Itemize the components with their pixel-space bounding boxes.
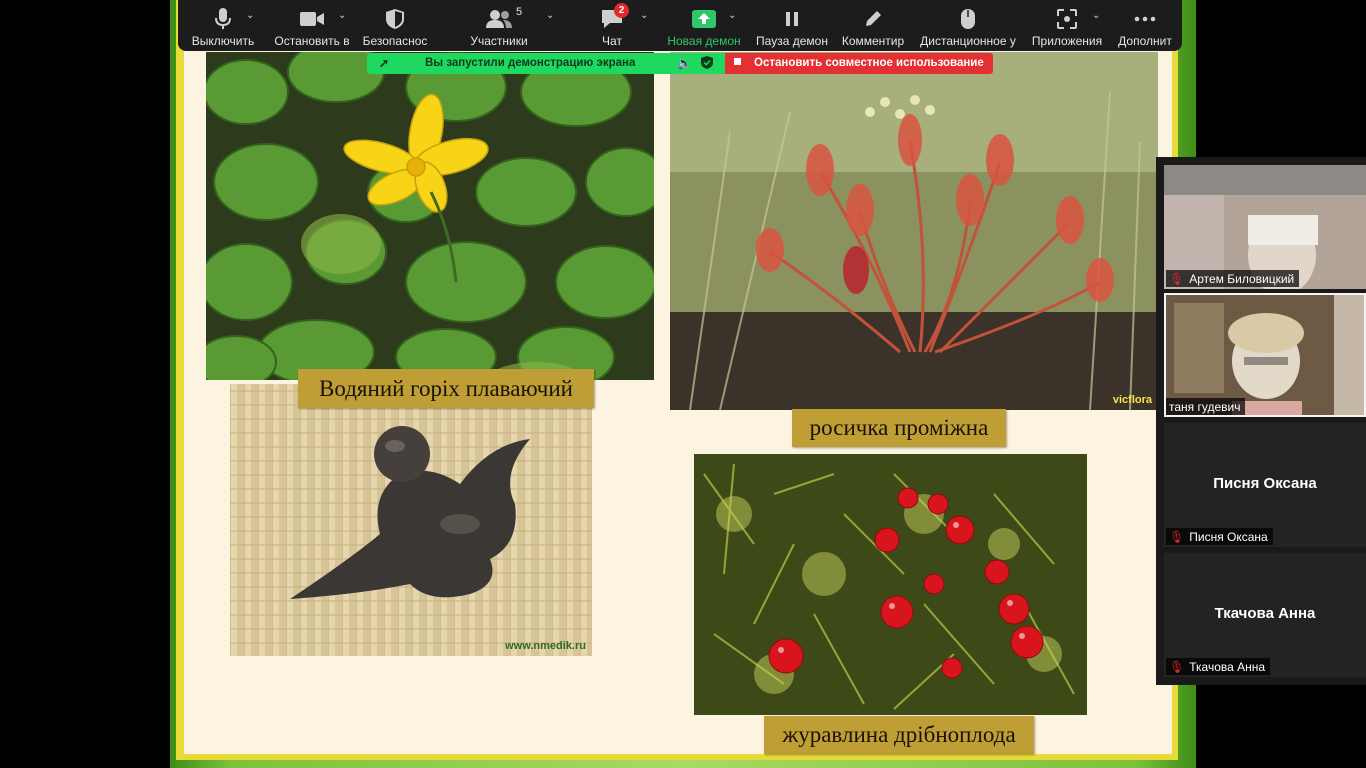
shield-icon (385, 4, 405, 34)
participant-display-name: Писня Оксана (1213, 475, 1317, 492)
microphone-icon (213, 4, 233, 34)
photo-watermark: www.nmedik.ru (505, 640, 586, 652)
more-icon (1134, 4, 1156, 34)
security-label: Безопаснос (362, 34, 428, 48)
apps-label: Приложения (1031, 34, 1103, 48)
remote-control-button[interactable]: Дистанционное у (918, 0, 1018, 51)
participant-name-tag: 🎙︎ Ткачова Анна (1166, 658, 1271, 675)
mute-button[interactable]: Выключить (188, 0, 258, 51)
apps-options-chevron-icon[interactable]: ⌄ (1092, 10, 1100, 21)
participants-icon (485, 4, 513, 34)
share-audio-icon[interactable]: 🔈 (677, 56, 692, 70)
apps-button[interactable]: Приложения (1030, 0, 1104, 51)
participant-tile[interactable]: 🎙︎ Артем Биловицкий (1164, 165, 1366, 289)
participant-tile[interactable]: Писня Оксана 🎙︎ Писня Оксана (1164, 423, 1366, 547)
video-camera-icon (299, 4, 325, 34)
security-button[interactable]: Безопаснос (360, 0, 430, 51)
remote-control-label: Дистанционное у (920, 34, 1016, 48)
cranberry-photo (694, 454, 1087, 715)
caption-sundew: росичка проміжна (792, 409, 1006, 447)
chat-unread-badge: 2 (614, 3, 629, 18)
participant-name-tag: таня гудевич (1166, 398, 1246, 415)
photo-watermark-vicflora: viсflora (1112, 394, 1152, 406)
presentation-slide: viсflora www.nmedik.ru Водяний горіх пла… (184, 0, 1172, 754)
share-screen-icon (691, 4, 717, 34)
muted-microphone-icon: 🎙︎ (1169, 271, 1185, 286)
floating-heart-photo (206, 52, 654, 380)
participant-name-tag: 🎙︎ Писня Оксана (1166, 528, 1273, 545)
participant-name-tag: 🎙︎ Артем Биловицкий (1166, 270, 1300, 287)
secure-shield-icon (701, 56, 713, 72)
participant-tile-active-speaker[interactable]: таня гудевич (1164, 293, 1366, 417)
meeting-toolbar: Выключить ⌄ Остановить в ⌄ Безопаснос Уч… (178, 0, 1182, 51)
drag-handle-icon[interactable]: ➚ (379, 56, 389, 70)
share-options-chevron-icon[interactable]: ⌄ (728, 10, 736, 21)
pause-share-label: Пауза демон (756, 34, 828, 48)
more-label: Дополнит (1118, 34, 1172, 48)
sundew-photo: viсflora (670, 52, 1158, 410)
annotate-label: Комментир (841, 34, 905, 48)
chat-options-chevron-icon[interactable]: ⌄ (640, 10, 648, 21)
apps-icon (1056, 4, 1078, 34)
stop-share-button[interactable]: Остановить совместное использование (725, 53, 993, 74)
chat-button[interactable]: Чат (582, 0, 642, 51)
water-chestnut-photo: www.nmedik.ru (230, 384, 592, 656)
participants-options-chevron-icon[interactable]: ⌄ (546, 10, 554, 21)
sharing-status-bar[interactable]: ➚ Вы запустили демонстрацию экрана 🔈 (367, 53, 725, 74)
pause-icon (783, 4, 801, 34)
new-share-label: Новая демон (667, 34, 741, 48)
participants-button[interactable]: Участники (464, 0, 534, 51)
annotate-button[interactable]: Комментир (838, 0, 908, 51)
more-button[interactable]: Дополнит (1112, 0, 1178, 51)
new-share-button[interactable]: Новая демон (664, 0, 744, 51)
participants-label: Участники (470, 34, 528, 48)
caption-cranberry: журавлина дрібноплода (764, 716, 1034, 754)
participant-name: Писня Оксана (1189, 529, 1268, 544)
mute-options-chevron-icon[interactable]: ⌄ (246, 10, 254, 21)
participant-name: таня гудевич (1169, 399, 1241, 414)
participant-display-name: Ткачова Анна (1214, 605, 1316, 622)
video-options-chevron-icon[interactable]: ⌄ (338, 10, 346, 21)
participant-name: Ткачова Анна (1189, 659, 1266, 674)
chat-label: Чат (602, 34, 622, 48)
participants-video-panel: 🎙︎ Артем Биловицкий таня гудевич Писня О… (1156, 157, 1366, 685)
participants-count: 5 (516, 6, 523, 18)
participant-name: Артем Биловицкий (1189, 271, 1295, 286)
muted-microphone-icon: 🎙︎ (1169, 659, 1185, 674)
annotate-pencil-icon (863, 4, 883, 34)
mute-button-label: Выключить (191, 34, 255, 48)
participant-tile[interactable]: Ткачова Анна 🎙︎ Ткачова Анна (1164, 553, 1366, 677)
stop-video-button[interactable]: Остановить в (270, 0, 354, 51)
caption-water-chestnut: Водяний горіх плаваючий (298, 369, 594, 408)
stop-share-label: Остановить совместное использование (754, 57, 984, 69)
stop-square-icon (734, 58, 741, 65)
sharing-status-text: Вы запустили демонстрацию экрана (425, 57, 636, 69)
muted-microphone-icon: 🎙︎ (1169, 529, 1185, 544)
pause-share-button[interactable]: Пауза демон (754, 0, 830, 51)
stop-video-label: Остановить в (274, 34, 350, 48)
remote-control-mouse-icon (960, 4, 976, 34)
